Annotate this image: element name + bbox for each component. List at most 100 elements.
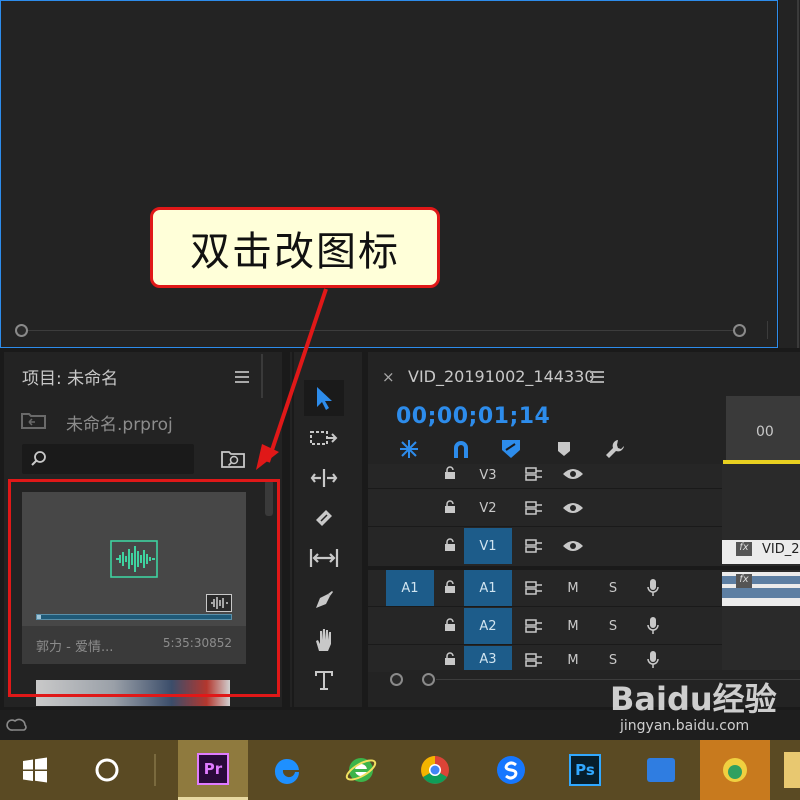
- program-monitor[interactable]: [0, 0, 778, 348]
- track-row-v2[interactable]: V2: [368, 490, 800, 526]
- solo-button-a1[interactable]: S: [604, 578, 622, 598]
- monitor-scroll-end-handle[interactable]: [733, 324, 746, 337]
- mute-button-a1[interactable]: M: [564, 578, 582, 598]
- track-row-a2[interactable]: A2 M S: [368, 608, 800, 644]
- video-clip-label: VID_2: [762, 542, 800, 557]
- solo-button-a2[interactable]: S: [604, 616, 622, 636]
- mute-button-a3[interactable]: M: [564, 650, 582, 670]
- sync-lock-icon[interactable]: [524, 466, 544, 482]
- lock-icon[interactable]: [444, 466, 456, 480]
- ie-icon: [345, 758, 377, 782]
- windows-taskbar: Pr Ps Baidu经验 jingyan.baidu.com: [0, 680, 800, 800]
- timeline-panel: × VID_20191002_144330 00;00;01;14 00 V3: [368, 352, 800, 707]
- cortana-icon: [95, 758, 119, 782]
- creative-cloud-icon[interactable]: [6, 716, 28, 734]
- new-bin-search-icon[interactable]: [220, 448, 246, 470]
- track-label-v2[interactable]: V2: [464, 496, 512, 520]
- razor-icon: [316, 510, 332, 526]
- fx-badge: fx: [736, 574, 752, 588]
- baidu-watermark: Baidu经验 jingyan.baidu.com: [610, 680, 790, 800]
- ripple-edit-icon: [310, 469, 338, 487]
- track-select-tool-button[interactable]: [304, 420, 344, 456]
- watermark-url: jingyan.baidu.com: [620, 718, 750, 734]
- track-row-v1[interactable]: V1 fx VID_2: [368, 528, 800, 564]
- timeline-scroll-start-handle[interactable]: [390, 673, 403, 686]
- taskbar-premiere[interactable]: Pr: [178, 740, 248, 800]
- track-label-a2[interactable]: A2: [464, 608, 512, 644]
- track-row-a3[interactable]: A3 M S: [368, 646, 800, 672]
- tools-panel: [290, 352, 362, 707]
- slip-icon: [309, 549, 339, 567]
- hand-tool-button[interactable]: [304, 622, 344, 658]
- hamburger-icon[interactable]: [235, 371, 249, 383]
- lock-icon[interactable]: [444, 538, 456, 552]
- taskbar-chrome[interactable]: [400, 740, 470, 800]
- sync-lock-icon[interactable]: [524, 618, 544, 634]
- video-clip-v1[interactable]: fx VID_2: [722, 540, 800, 564]
- lock-icon[interactable]: [444, 500, 456, 514]
- windows-start-icon: [23, 757, 47, 783]
- hand-icon: [316, 629, 331, 651]
- mic-icon[interactable]: [646, 578, 660, 598]
- track-label-a1[interactable]: A1: [464, 570, 512, 606]
- lock-icon[interactable]: [444, 580, 456, 594]
- sogou-icon: [497, 756, 525, 784]
- add-marker-sequence-icon[interactable]: [500, 438, 522, 460]
- sync-lock-icon[interactable]: [524, 652, 544, 668]
- mic-icon[interactable]: [646, 616, 660, 636]
- taskbar-photoshop[interactable]: Ps: [550, 740, 620, 800]
- type-tool-button[interactable]: [304, 662, 344, 698]
- track-row-v3[interactable]: V3: [368, 464, 800, 488]
- wrench-icon[interactable]: [604, 438, 626, 460]
- eye-icon[interactable]: [562, 501, 584, 515]
- time-ruler[interactable]: 00: [726, 396, 800, 462]
- lock-icon[interactable]: [444, 618, 456, 632]
- lock-icon[interactable]: [444, 652, 456, 666]
- track-label-a3[interactable]: A3: [464, 646, 512, 672]
- taskbar-ie[interactable]: [326, 740, 396, 800]
- monitor-scroll-start-handle[interactable]: [15, 324, 28, 337]
- track-label-v3[interactable]: V3: [464, 464, 512, 486]
- mute-button-a2[interactable]: M: [564, 616, 582, 636]
- monitor-scrollbar-track[interactable]: [21, 330, 741, 331]
- source-panel-edge: [779, 0, 800, 348]
- cortana-button[interactable]: [72, 740, 142, 800]
- solo-button-a3[interactable]: S: [604, 650, 622, 670]
- timecode-display[interactable]: 00;00;01;14: [396, 404, 550, 429]
- taskbar-sogou[interactable]: [476, 740, 546, 800]
- close-icon[interactable]: ×: [382, 368, 395, 386]
- track-target-v1[interactable]: V1: [464, 528, 512, 564]
- sync-lock-icon[interactable]: [524, 538, 544, 554]
- selection-tool-button[interactable]: [304, 380, 344, 416]
- premiere-icon: Pr: [197, 752, 229, 785]
- audio-clip-a1[interactable]: fx: [722, 572, 800, 606]
- timeline-scroll-end-handle[interactable]: [422, 673, 435, 686]
- slip-tool-button[interactable]: [304, 540, 344, 576]
- sync-lock-icon[interactable]: [524, 580, 544, 596]
- eye-icon[interactable]: [562, 467, 584, 481]
- sync-lock-icon[interactable]: [524, 500, 544, 516]
- pen-icon: [316, 591, 333, 608]
- marker-icon[interactable]: [556, 440, 572, 458]
- project-file-name: 未命名.prproj: [66, 415, 173, 435]
- source-patch-a1[interactable]: A1: [386, 570, 434, 606]
- timeline-menu-icon[interactable]: [590, 371, 604, 383]
- project-panel-title[interactable]: 项目: 未命名: [22, 364, 118, 389]
- razor-tool-button[interactable]: [304, 500, 344, 536]
- annotation-callout: 双击改图标: [150, 207, 440, 288]
- watermark-brand: Baidu经验: [610, 680, 777, 718]
- taskbar-edge[interactable]: [252, 740, 322, 800]
- search-input[interactable]: [22, 444, 194, 474]
- photoshop-icon: Ps: [569, 754, 601, 786]
- eye-icon[interactable]: [562, 539, 584, 553]
- start-button[interactable]: [0, 740, 70, 800]
- snap-icon[interactable]: [450, 438, 472, 460]
- ruler-label: 00: [756, 424, 774, 440]
- timeline-tab-title[interactable]: VID_20191002_144330: [408, 367, 595, 386]
- chrome-icon: [421, 756, 449, 784]
- mic-icon[interactable]: [646, 650, 660, 670]
- track-row-a1[interactable]: A1 A1 M S fx: [368, 570, 800, 606]
- linked-selection-icon[interactable]: [398, 438, 420, 460]
- ripple-edit-tool-button[interactable]: [304, 460, 344, 496]
- pen-tool-button[interactable]: [304, 582, 344, 618]
